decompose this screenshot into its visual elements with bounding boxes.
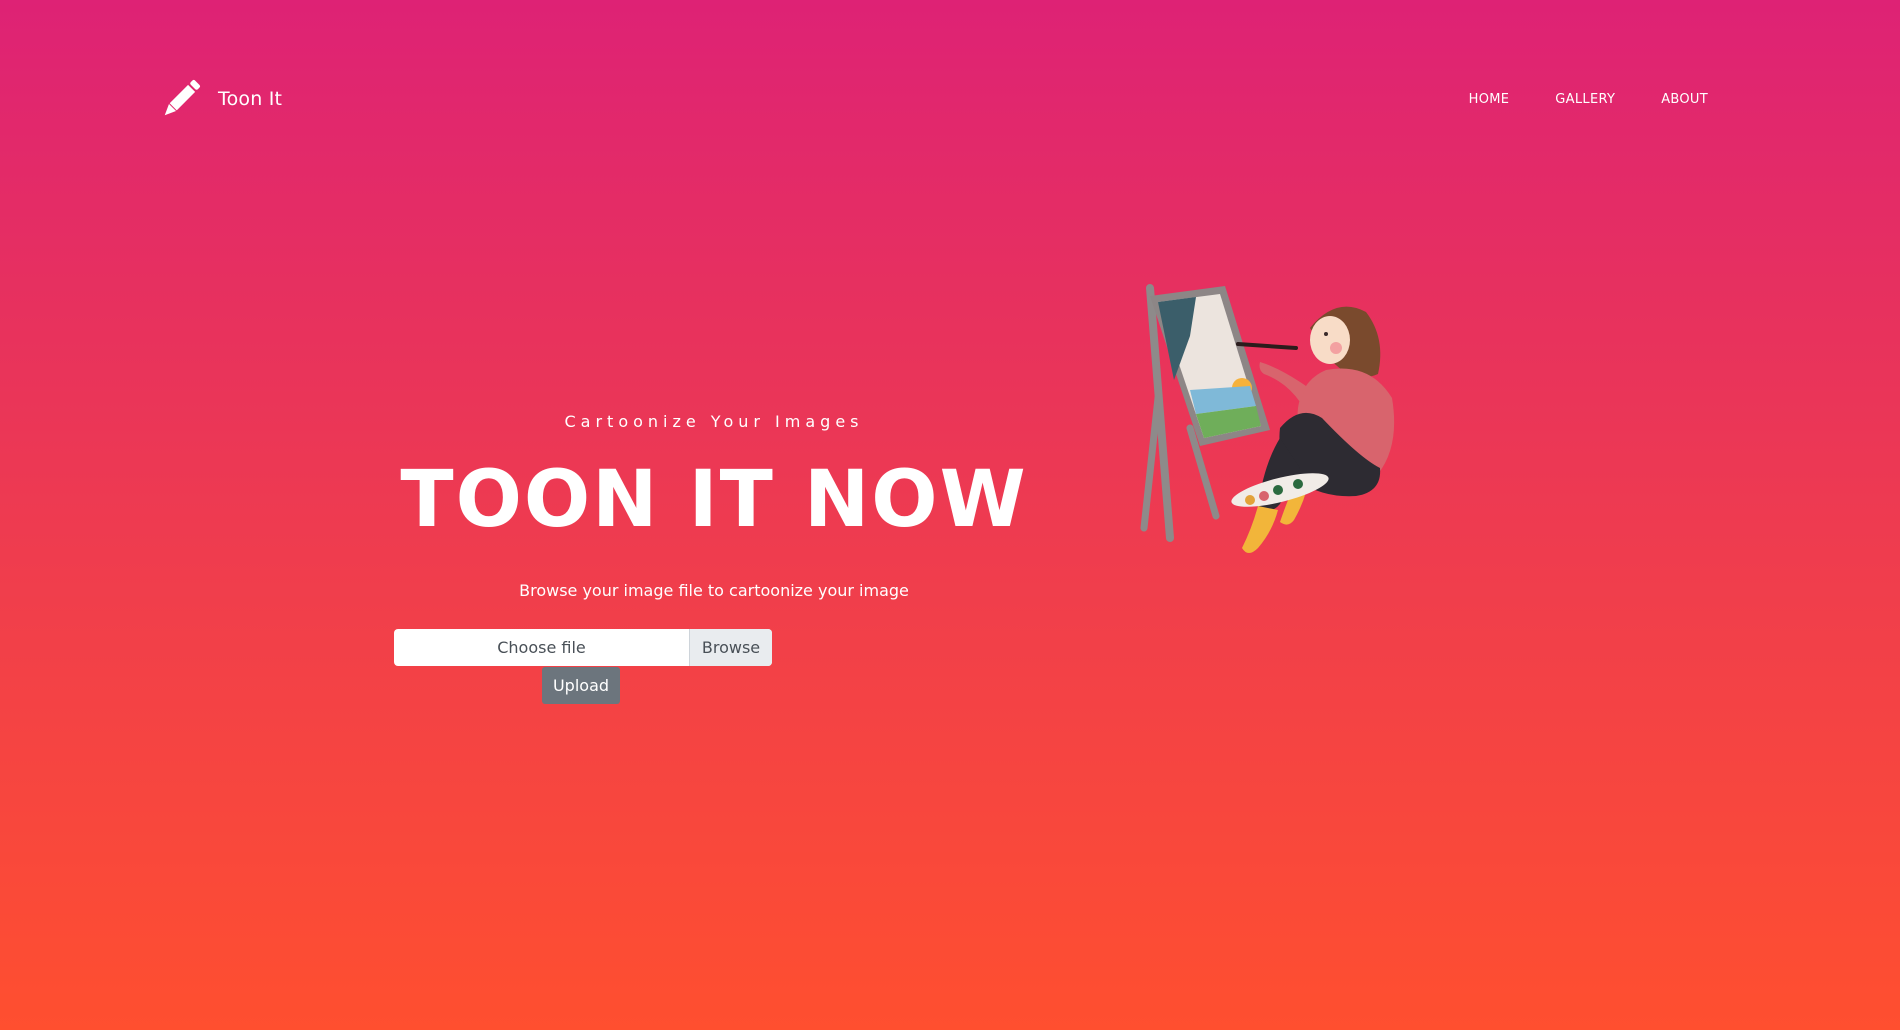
file-input[interactable]: Choose file Browse	[394, 629, 772, 666]
pencil-icon	[164, 80, 200, 116]
main-nav: HOME GALLERY ABOUT	[1469, 92, 1708, 107]
brand-link[interactable]: Toon It	[160, 78, 282, 120]
upload-button[interactable]: Upload	[542, 667, 620, 704]
hero-subtitle: Cartoonize Your Images	[564, 412, 864, 431]
file-input-label[interactable]: Choose file	[394, 629, 689, 666]
nav-home[interactable]: HOME	[1469, 92, 1510, 107]
nav-gallery[interactable]: GALLERY	[1555, 92, 1615, 107]
hero-title: TOON IT NOW	[400, 455, 1028, 545]
hero-description: Browse your image file to cartoonize you…	[519, 581, 909, 600]
browse-button[interactable]: Browse	[689, 629, 772, 666]
nav-about[interactable]: ABOUT	[1661, 92, 1708, 107]
girl-painting-illustration	[1140, 284, 1395, 553]
hero-text: Cartoonize Your Images TOON IT NOW Brows…	[394, 404, 1034, 600]
brand-name: Toon It	[218, 88, 283, 110]
